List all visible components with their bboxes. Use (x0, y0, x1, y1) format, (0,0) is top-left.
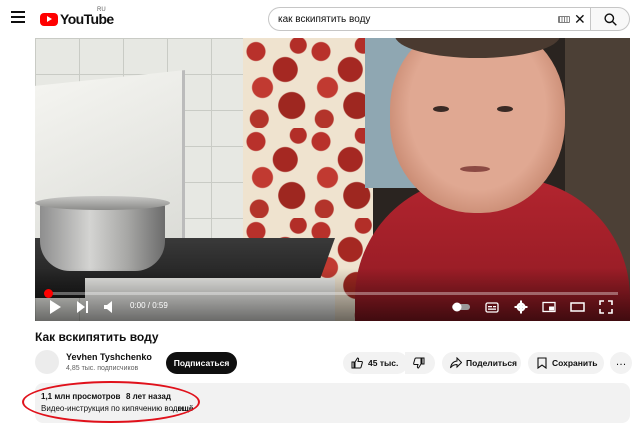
more-actions-button[interactable]: … (610, 352, 632, 374)
play-button[interactable] (49, 300, 61, 314)
subscriber-count: 4,85 тыс. подписчиков (66, 365, 139, 372)
share-icon (450, 357, 462, 369)
upload-date: 8 лет назад (126, 392, 171, 401)
like-count: 45 тыс. (368, 358, 399, 368)
volume-button[interactable] (104, 300, 116, 314)
save-label: Сохранить (552, 358, 598, 368)
video-frame-pot (40, 201, 165, 271)
volume-icon (104, 301, 112, 313)
share-button[interactable]: Поделиться (442, 352, 521, 374)
save-button[interactable]: Сохранить (528, 352, 604, 374)
channel-avatar[interactable] (35, 350, 59, 374)
theater-icon (570, 302, 585, 312)
view-count: 1,1 млн просмотров (41, 392, 121, 401)
autoplay-toggle[interactable] (451, 302, 471, 316)
like-button[interactable]: 45 тыс. (343, 352, 408, 374)
thumbs-down-icon (413, 357, 425, 369)
dislike-button[interactable] (405, 352, 435, 374)
progress-bar[interactable] (47, 292, 618, 295)
fullscreen-icon (599, 300, 613, 314)
search-box: ✕ (268, 7, 590, 31)
logo-text: YouTube (60, 11, 114, 27)
subscribe-button[interactable]: Подписаться (166, 352, 237, 374)
next-icon (77, 301, 88, 313)
youtube-play-icon (40, 12, 58, 26)
logo-region-label: RU (97, 7, 106, 13)
share-label: Поделиться (466, 358, 518, 368)
thumbs-up-icon (351, 357, 363, 369)
search-input[interactable] (278, 12, 538, 27)
video-frame-eye-left (433, 106, 449, 112)
search-button[interactable] (590, 7, 630, 31)
description-box[interactable] (35, 383, 630, 423)
clear-search-icon[interactable]: ✕ (574, 11, 586, 27)
settings-button[interactable] (514, 300, 528, 314)
video-player[interactable]: 0:00 / 0:59 (35, 38, 630, 321)
keyboard-icon[interactable] (558, 16, 570, 23)
subtitles-button[interactable] (485, 300, 499, 314)
subtitles-icon (485, 302, 499, 313)
autoplay-toggle-icon (452, 302, 470, 312)
video-frame-person-face (390, 38, 565, 213)
video-frame-eye-right (497, 106, 513, 112)
video-title: Как вскипятить воду (35, 330, 159, 344)
search-icon (604, 13, 617, 26)
bookmark-icon (537, 357, 547, 369)
gear-icon (514, 300, 528, 314)
next-button[interactable] (77, 300, 89, 314)
description-text: Видео-инструкция по кипячению воды (41, 404, 184, 413)
video-frame-mouth (460, 166, 490, 172)
scrubber-handle[interactable] (44, 289, 53, 298)
description-more-link[interactable]: ...ещё (171, 404, 193, 413)
play-icon (50, 300, 61, 314)
channel-name[interactable]: Yevhen Tyshchenko (66, 352, 152, 362)
time-display: 0:00 / 0:59 (130, 301, 168, 310)
hamburger-menu-icon[interactable] (11, 11, 25, 25)
video-frame-pot-rim (35, 196, 170, 210)
theater-mode-button[interactable] (570, 300, 585, 314)
miniplayer-icon (542, 301, 556, 313)
fullscreen-button[interactable] (599, 300, 613, 314)
top-bar: YouTube RU ✕ (0, 0, 639, 38)
miniplayer-button[interactable] (542, 300, 556, 314)
